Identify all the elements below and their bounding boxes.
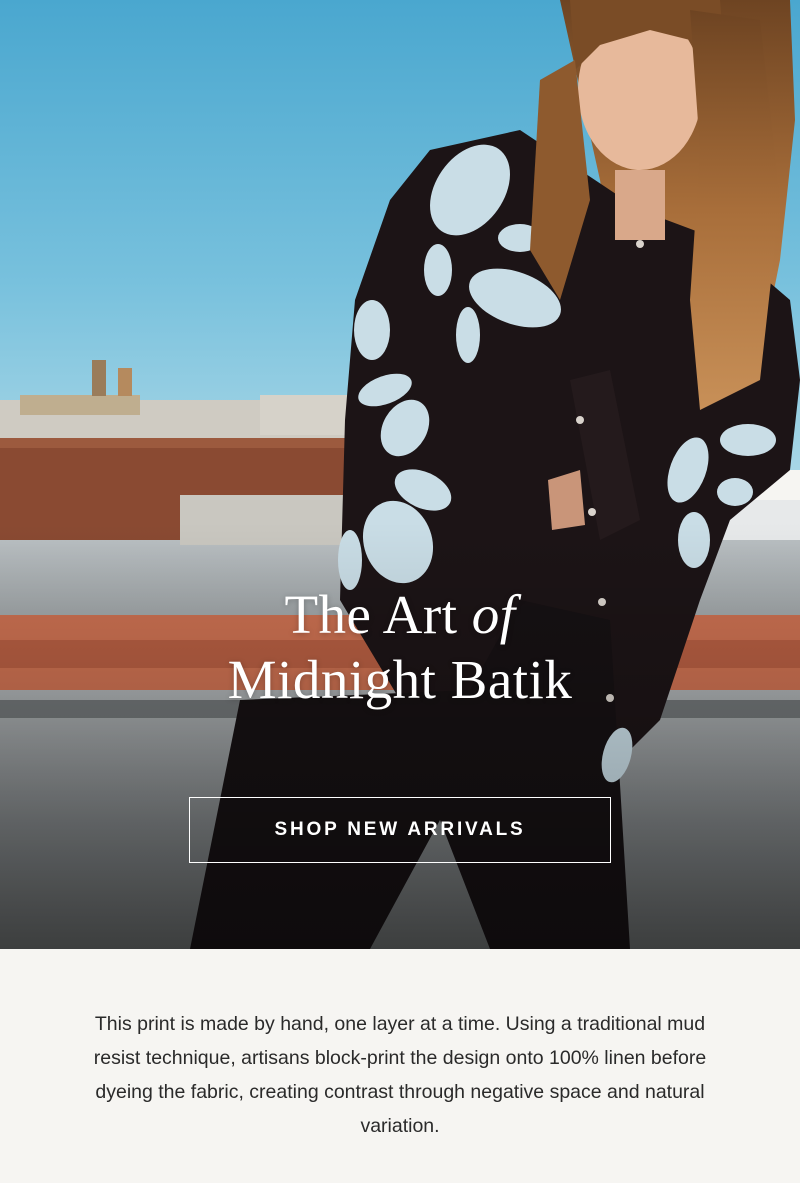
headline-italic-word: of [471,584,516,645]
hero-headline: The Art of Midnight Batik [0,582,800,712]
headline-line-2: Midnight Batik [227,649,573,710]
headline-text: The Art [284,584,472,645]
hero-banner: The Art of Midnight Batik SHOP NEW ARRIV… [0,0,800,949]
headline-line-1: The Art of [0,582,800,647]
story-paragraph: This print is made by hand, one layer at… [93,1013,707,1137]
shop-new-arrivals-button[interactable]: SHOP NEW ARRIVALS [189,797,611,863]
story-section: This print is made by hand, one layer at… [0,949,800,1183]
